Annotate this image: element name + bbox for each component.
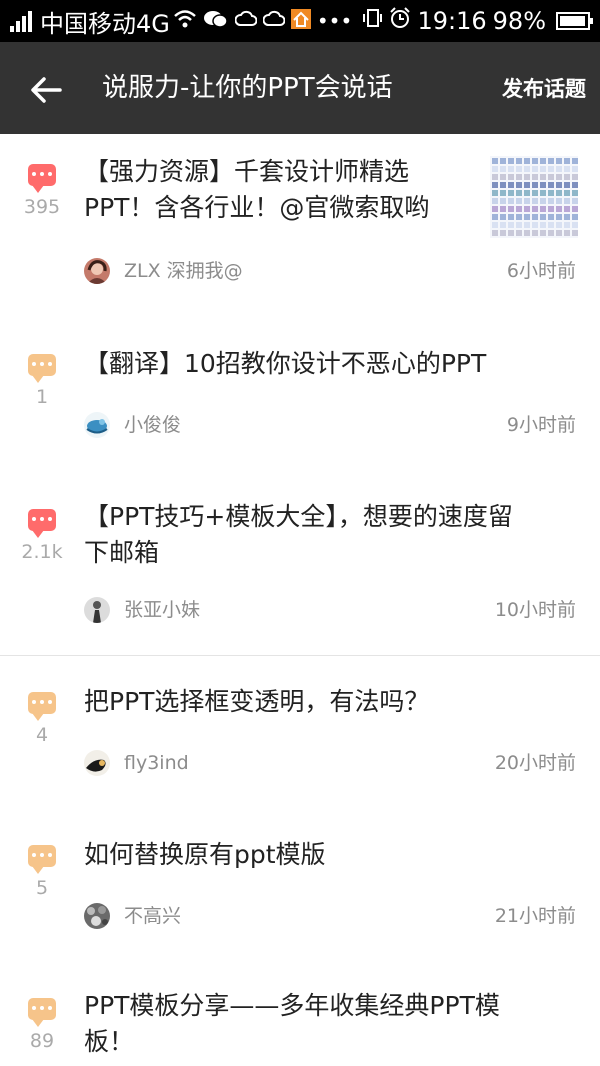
signal-icon [10, 10, 32, 32]
wifi-icon [173, 9, 197, 34]
comment-bubble-icon [28, 164, 56, 193]
post-topic-button[interactable]: 发布话题 [502, 72, 586, 106]
home-app-icon [290, 8, 311, 34]
author-name: 张亚小妹 [124, 599, 201, 621]
topic-title: 如何替换原有ppt模版 [84, 840, 326, 869]
comment-bubble-icon [28, 845, 56, 874]
back-button[interactable] [26, 70, 66, 110]
avatar [84, 412, 110, 438]
avatar [84, 258, 110, 284]
topic-title: PPT模板分享——多年收集经典PPT模 板！ [84, 991, 500, 1056]
carrier-label: 中国移动4G [40, 9, 170, 38]
reply-count: 4 [35, 724, 49, 746]
topic-item[interactable]: 1 【翻译】10招教你设计不恶心的PPT 小俊俊 9小时前 [0, 324, 600, 454]
post-time: 10小时前 [494, 599, 576, 621]
comment-bubble-icon [28, 692, 56, 721]
cloud-icon [262, 9, 286, 33]
author-name: fly3ind [124, 752, 189, 774]
reply-count: 395 [23, 196, 61, 218]
topic-title: 【翻译】10招教你设计不恶心的PPT [84, 349, 487, 378]
avatar [84, 903, 110, 929]
comment-bubble-icon [28, 998, 56, 1027]
topic-thumbnail [490, 156, 578, 238]
wechat-icon [203, 9, 229, 34]
post-time: 6小时前 [506, 260, 576, 282]
page-title: 说服力-让你的PPT会说话 [102, 73, 393, 103]
topic-item[interactable]: 4 把PPT选择框变透明，有法吗？ fly3ind 20小时前 [0, 656, 600, 796]
avatar [84, 750, 110, 776]
battery-icon [556, 12, 593, 30]
cloud-icon [234, 9, 258, 33]
author-name: 小俊俊 [124, 414, 182, 436]
topic-title: 把PPT选择框变透明，有法吗？ [84, 687, 430, 716]
post-time: 9小时前 [506, 414, 576, 436]
arrow-left-icon [31, 77, 62, 103]
reply-count: 2.1k [21, 541, 63, 563]
post-time: 20小时前 [494, 752, 576, 774]
avatar [84, 597, 110, 623]
topic-title: 【强力资源】千套设计师精选 PPT！含各行业！@官微索取哟 [84, 157, 430, 222]
alarm-icon [389, 7, 411, 35]
comment-bubble-icon [28, 509, 56, 538]
reply-count: 5 [35, 877, 49, 899]
vibrate-icon [361, 7, 383, 35]
topic-item[interactable]: 89 PPT模板分享——多年收集经典PPT模 板！ [0, 962, 600, 1066]
topic-item[interactable]: 5 如何替换原有ppt模版 不高兴 21小时前 [0, 809, 600, 949]
topic-item[interactable]: 395 【强力资源】千套设计师精选 PPT！含各行业！@官微索取哟 ZLX 深拥… [0, 134, 600, 294]
author-name: 不高兴 [124, 905, 182, 927]
reply-count: 1 [35, 386, 49, 408]
app-bar: 说服力-让你的PPT会说话 发布话题 [0, 42, 600, 134]
clock-label: 19:16 [417, 7, 487, 35]
topic-title: 【PPT技巧+模板大全】，想要的速度留 下邮箱 [84, 502, 513, 567]
author-name: ZLX 深拥我@ [124, 260, 243, 282]
topic-item[interactable]: 2.1k 【PPT技巧+模板大全】，想要的速度留 下邮箱 张亚小妹 10小时前 [0, 479, 600, 654]
reply-count: 89 [29, 1030, 55, 1052]
battery-percent: 98% [492, 7, 546, 35]
comment-bubble-icon [28, 354, 56, 383]
more-icon: ••• [316, 9, 353, 33]
post-time: 21小时前 [494, 905, 576, 927]
status-bar: 中国移动4G ••• 19:16 98% [0, 0, 600, 42]
